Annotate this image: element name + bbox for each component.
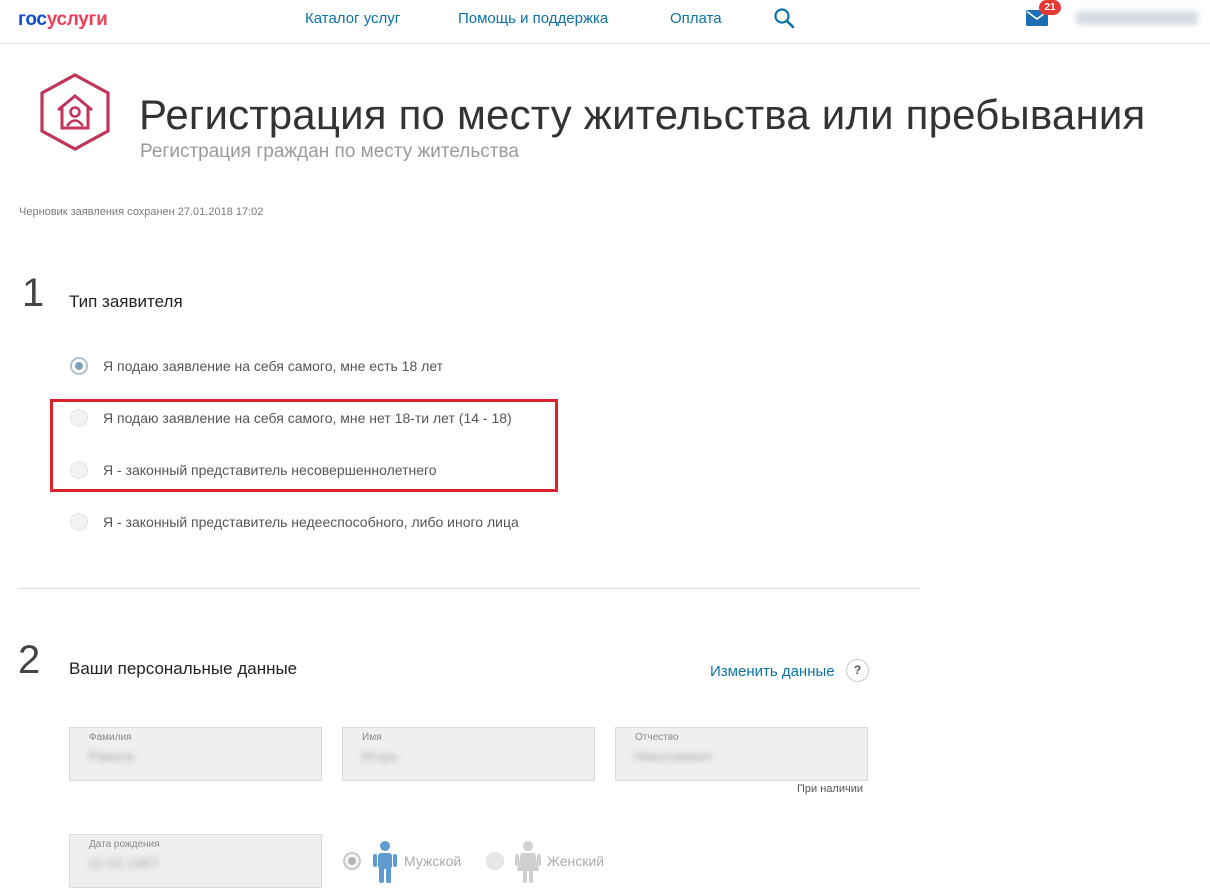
female-person-icon [515,841,541,883]
user-name-blurred[interactable] [1076,11,1198,25]
name-label: Имя [362,732,382,743]
name-field[interactable]: Имя Игорь [342,727,595,781]
patronymic-label: Отчество [635,732,679,743]
male-person-icon [373,841,397,883]
option-label-incapable-representative[interactable]: Я - законный представитель недееспособно… [103,514,519,530]
radio-dot [348,857,356,865]
patronymic-field[interactable]: Отчество Николаевич [615,727,868,781]
radio-self-adult[interactable] [70,357,88,375]
step-number-2: 2 [18,638,41,682]
radio-incapable-representative[interactable] [70,513,88,531]
page-subtitle: Регистрация граждан по месту жительства [140,141,519,162]
step-title-personal-data: Ваши персональные данные [69,659,298,678]
name-value-blurred: Игорь [361,748,399,764]
step-number-1: 1 [22,271,45,315]
change-data-link[interactable]: Изменить данные [710,663,835,680]
step-title-applicant-type: Тип заявителя [69,292,183,311]
top-header: госуслуги Каталог услуг Помощь и поддерж… [0,0,1210,44]
surname-label: Фамилия [89,732,132,743]
draft-status: Черновик заявления сохранен 27.01.2018 1… [19,206,264,218]
section-divider [18,588,920,589]
birthdate-value-blurred: 22.02.1967 [88,855,159,871]
nav-help-support[interactable]: Помощь и поддержка [458,10,608,27]
patronymic-value-blurred: Николаевич [634,748,712,764]
page-title: Регистрация по месту жительства или преб… [139,91,1146,138]
mail-count-badge: 21 [1039,0,1061,15]
house-person-icon [40,73,110,151]
red-highlight-box [50,399,558,492]
nav-catalog[interactable]: Каталог услуг [305,10,400,27]
search-icon[interactable] [773,7,795,29]
birthdate-field[interactable]: Дата рождения 22.02.1967 [69,834,322,888]
radio-gender-female[interactable] [486,852,504,870]
radio-gender-male[interactable] [343,852,361,870]
gender-female-label[interactable]: Женский [547,853,604,869]
birthdate-label: Дата рождения [89,839,160,850]
gosuslugi-logo[interactable]: госуслуги [18,9,108,31]
gender-male-label[interactable]: Мужской [404,853,461,869]
help-icon[interactable]: ? [846,659,869,682]
surname-field[interactable]: Фамилия Раваль [69,727,322,781]
surname-value-blurred: Раваль [88,748,136,764]
nav-payment[interactable]: Оплата [670,10,722,27]
patronymic-hint: При наличии [797,783,863,795]
option-label-self-adult[interactable]: Я подаю заявление на себя самого, мне ес… [103,358,443,374]
